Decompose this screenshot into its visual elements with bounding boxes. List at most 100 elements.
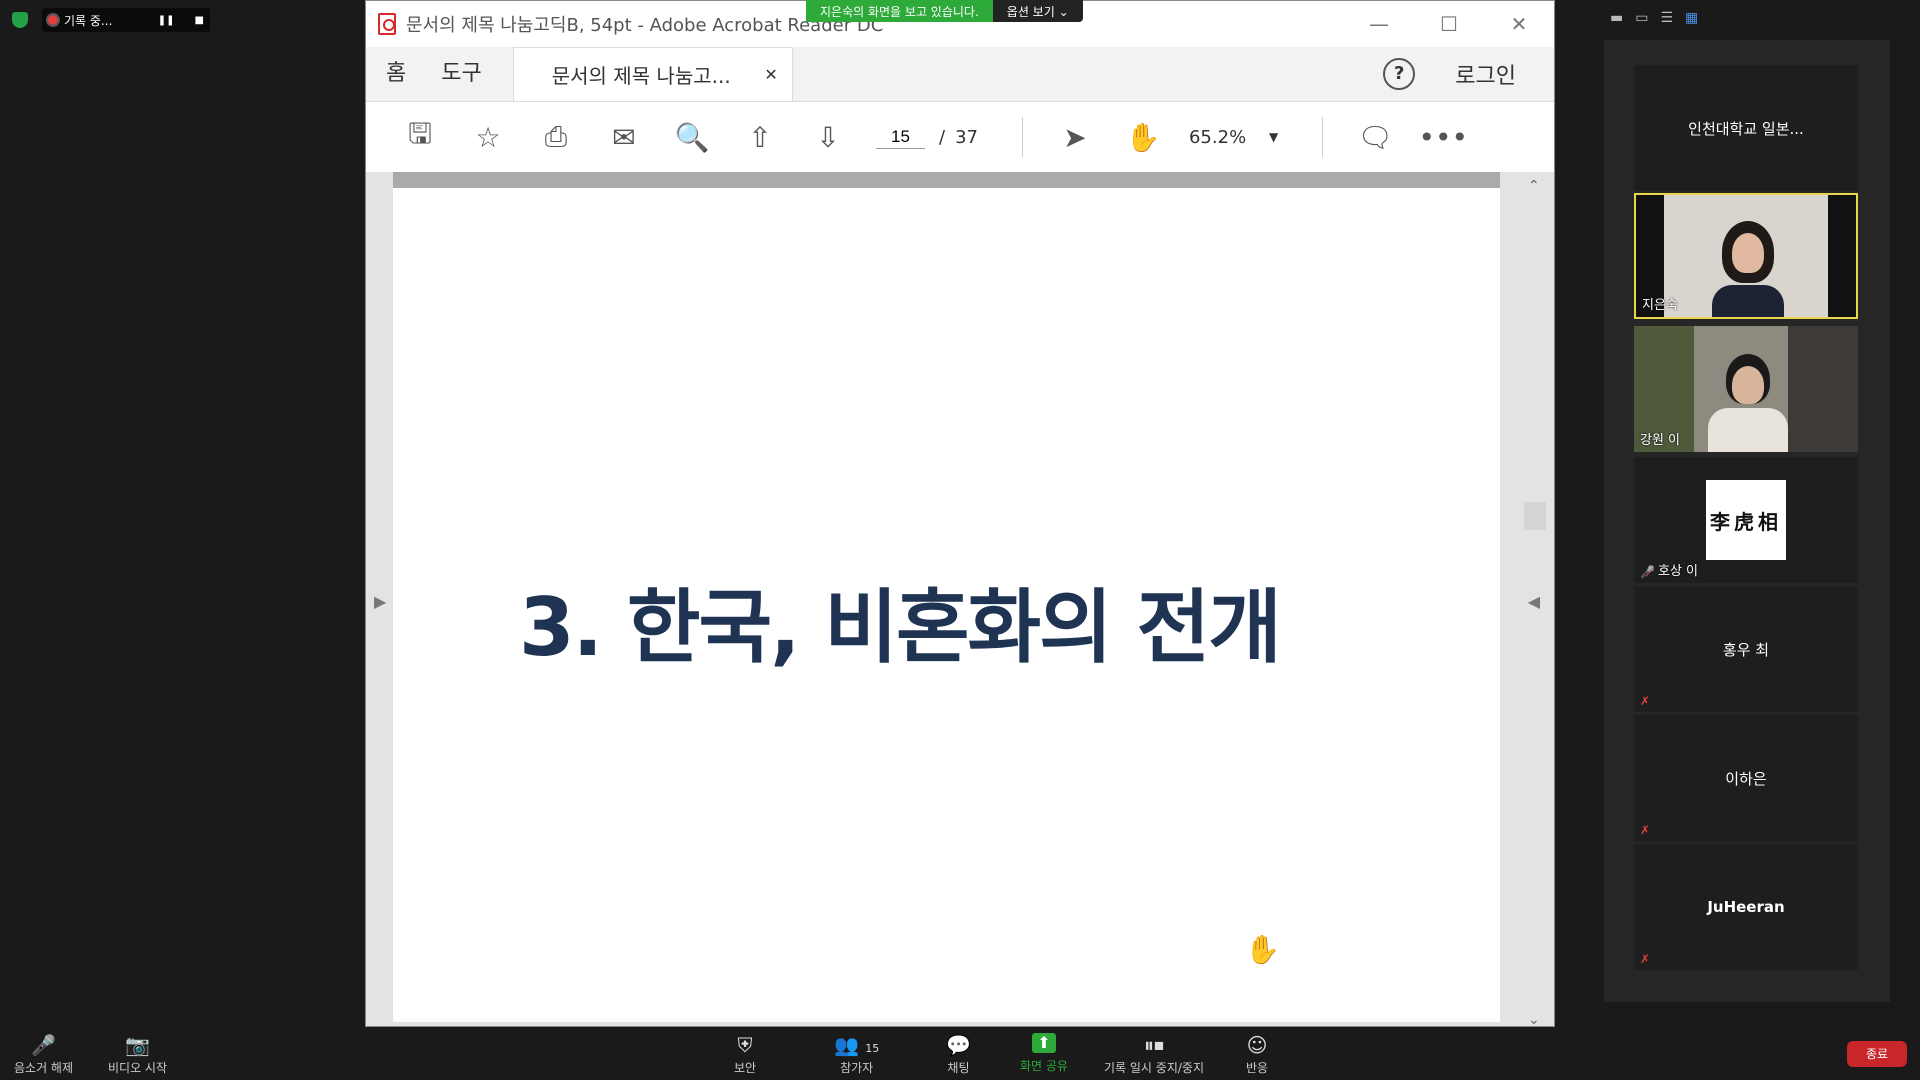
zoom-search-icon[interactable]: 🔍 bbox=[658, 121, 726, 154]
muted-mic-icon: ✗ bbox=[1640, 952, 1651, 966]
participant-tile[interactable]: JuHeeran ✗ bbox=[1634, 844, 1858, 970]
tab-document-label: 문서의 제목 나눔고... bbox=[551, 64, 731, 88]
participants-panel: 인천대학교 일본... 지은숙 강원 이 李虎相 🎤̸ 호상 이 홍우 최 ✗ … bbox=[1604, 40, 1890, 1002]
hand-cursor-icon: ✋ bbox=[1245, 933, 1280, 966]
participant-profile-picture: 李虎相 bbox=[1706, 480, 1786, 560]
comment-icon[interactable]: 🗨 bbox=[1341, 121, 1409, 154]
page-separator: / bbox=[939, 126, 946, 148]
unmute-button[interactable]: 🎤 음소거 해제 bbox=[14, 1033, 73, 1076]
muted-mic-icon: ✗ bbox=[1640, 694, 1651, 708]
participant-tile[interactable]: 이하은 ✗ bbox=[1634, 715, 1858, 841]
chat-button[interactable]: 💬 채팅 bbox=[946, 1033, 971, 1076]
viewing-banner: 지은숙의 화면을 보고 있습니다. 옵션 보기 ⌄ bbox=[806, 0, 1083, 22]
login-button[interactable]: 로그인 bbox=[1455, 58, 1516, 90]
minimize-panel-icon[interactable]: ▬ bbox=[1610, 10, 1623, 26]
share-screen-label: 화면 공유 bbox=[1020, 1059, 1068, 1073]
participant-video-active[interactable]: 지은숙 bbox=[1634, 193, 1858, 319]
participant-name: 강원 이 bbox=[1640, 433, 1681, 448]
security-shield-icon[interactable] bbox=[12, 12, 28, 28]
tab-close-icon[interactable]: ✕ bbox=[764, 65, 777, 84]
participant-name: 홍우 최 bbox=[1722, 640, 1770, 659]
tab-home[interactable]: 홈 bbox=[366, 55, 421, 101]
tab-bar: 홈 도구 문서의 제목 나눔고... ✕ ? 로그인 bbox=[366, 47, 1554, 102]
participant-name: 호상 이 bbox=[1658, 564, 1699, 579]
more-options-icon[interactable]: ••• bbox=[1409, 121, 1477, 154]
next-page-icon[interactable]: ⇩ bbox=[794, 121, 862, 154]
chat-icon: 💬 bbox=[946, 1033, 971, 1057]
scroll-up-icon[interactable]: ⌃ bbox=[1528, 178, 1540, 194]
reactions-label: 반응 bbox=[1246, 1061, 1269, 1075]
select-cursor-icon[interactable]: ➤ bbox=[1041, 121, 1109, 154]
share-screen-button[interactable]: ⬆ 화면 공유 bbox=[1020, 1033, 1068, 1074]
participants-count: 15 bbox=[865, 1042, 880, 1055]
muted-mic-icon: ✗ bbox=[1640, 823, 1651, 837]
participant-name: JuHeeran bbox=[1707, 898, 1785, 916]
chat-label: 채팅 bbox=[947, 1061, 970, 1075]
close-icon[interactable]: ✕ bbox=[1484, 12, 1554, 36]
share-screen-icon: ⬆ bbox=[1031, 1033, 1056, 1053]
single-view-icon[interactable]: ▭ bbox=[1635, 10, 1648, 26]
right-pane-toggle-icon[interactable]: ◀ bbox=[1528, 592, 1540, 611]
muted-mic-icon: 🎤 bbox=[31, 1033, 56, 1057]
viewing-banner-text: 지은숙의 화면을 보고 있습니다. bbox=[806, 0, 993, 22]
minimize-icon[interactable]: — bbox=[1344, 12, 1414, 36]
start-video-button[interactable]: 📷 비디오 시작 bbox=[108, 1033, 167, 1076]
hand-tool-icon[interactable]: ✋ bbox=[1109, 121, 1177, 154]
zoom-level[interactable]: 65.2% bbox=[1189, 127, 1269, 148]
start-video-label: 비디오 시작 bbox=[108, 1061, 168, 1075]
toolbar: 🖫 ☆ ⎙ ✉ 🔍 ⇧ ⇩ / 37 ➤ ✋ 65.2% ▼ 🗨 ••• bbox=[366, 102, 1554, 173]
toolbar-divider-2 bbox=[1322, 117, 1324, 157]
pdf-page: 3. 한국, 비혼화의 전개 ✋ bbox=[393, 172, 1500, 1022]
reactions-button[interactable]: ☺ 반응 bbox=[1246, 1033, 1268, 1076]
previous-page-icon[interactable]: ⇧ bbox=[726, 121, 794, 154]
participant-video[interactable]: 강원 이 bbox=[1634, 326, 1858, 452]
help-icon[interactable]: ? bbox=[1383, 58, 1416, 90]
record-pause-stop-button[interactable]: ⏸⏹ 기록 일시 중지/중지 bbox=[1104, 1033, 1204, 1076]
email-icon[interactable]: ✉ bbox=[590, 121, 658, 154]
gallery-view-controls: ▬ ▭ ☰ ▦ bbox=[1610, 10, 1910, 26]
shield-icon: ⛨ bbox=[737, 1033, 753, 1057]
record-label: 기록 일시 중지/중지 bbox=[1104, 1061, 1204, 1075]
page-total: 37 bbox=[955, 126, 978, 148]
zoom-dropdown-icon[interactable]: ▼ bbox=[1269, 130, 1278, 144]
strip-view-icon[interactable]: ☰ bbox=[1660, 10, 1673, 26]
maximize-icon[interactable]: ☐ bbox=[1414, 12, 1484, 36]
recording-label: 기록 중... bbox=[64, 13, 113, 28]
gallery-view-icon[interactable]: ▦ bbox=[1685, 10, 1698, 26]
reaction-emoji-icon: ☺ bbox=[1246, 1033, 1268, 1057]
tab-document[interactable]: 문서의 제목 나눔고... ✕ bbox=[512, 47, 793, 101]
participant-name: 인천대학교 일본... bbox=[1688, 119, 1804, 138]
pause-recording-icon[interactable]: ❚❚ bbox=[158, 15, 175, 26]
save-icon[interactable]: 🖫 bbox=[386, 113, 454, 161]
print-icon[interactable]: ⎙ bbox=[522, 120, 590, 154]
participants-button[interactable]: 👥 15 참가자 bbox=[834, 1033, 879, 1076]
video-off-icon: 📷 bbox=[125, 1033, 150, 1057]
tab-tools[interactable]: 도구 bbox=[421, 55, 496, 101]
stop-recording-icon[interactable]: ■ bbox=[195, 15, 204, 26]
view-options-button[interactable]: 옵션 보기 ⌄ bbox=[992, 0, 1083, 22]
end-meeting-button[interactable]: 종료 bbox=[1847, 1041, 1907, 1067]
page-number-input[interactable] bbox=[876, 125, 925, 149]
unmute-label: 음소거 해제 bbox=[14, 1061, 74, 1075]
scroll-down-icon[interactable]: ⌄ bbox=[1528, 1012, 1540, 1028]
slide-title: 3. 한국, 비혼화의 전개 bbox=[519, 581, 1282, 674]
acrobat-window: 문서의 제목 나눔고딕B, 54pt - Adobe Acrobat Reade… bbox=[365, 0, 1555, 1028]
security-button[interactable]: ⛨ 보안 bbox=[734, 1033, 756, 1076]
meeting-controls: 🎤 음소거 해제 📷 비디오 시작 ⛨ 보안 👥 15 참가자 💬 채팅 ⬆ 화… bbox=[0, 1027, 1920, 1080]
participant-tile[interactable]: 李虎相 🎤̸ 호상 이 bbox=[1634, 457, 1858, 583]
bookmark-star-icon[interactable]: ☆ bbox=[454, 121, 522, 154]
participant-tile[interactable]: 홍우 최 ✗ bbox=[1634, 586, 1858, 712]
toolbar-divider bbox=[1021, 117, 1023, 157]
participant-name: 지은숙 bbox=[1642, 298, 1678, 313]
security-label: 보안 bbox=[734, 1061, 757, 1075]
muted-mic-icon: 🎤̸ bbox=[1640, 565, 1655, 579]
participant-tile[interactable]: 인천대학교 일본... bbox=[1634, 65, 1858, 191]
pause-stop-icon: ⏸⏹ bbox=[1144, 1033, 1164, 1057]
participant-name: 이하은 bbox=[1725, 769, 1767, 788]
recording-indicator: 기록 중... ❚❚ ■ bbox=[42, 8, 210, 32]
document-area[interactable]: ▶ 3. 한국, 비혼화의 전개 ✋ ⌃ ⌄ ◀ bbox=[366, 172, 1554, 1028]
left-pane-toggle-icon[interactable]: ▶ bbox=[374, 592, 386, 611]
participants-icon: 👥 15 bbox=[834, 1033, 880, 1057]
record-icon bbox=[48, 15, 58, 25]
scrollbar-thumb[interactable] bbox=[1524, 502, 1546, 530]
